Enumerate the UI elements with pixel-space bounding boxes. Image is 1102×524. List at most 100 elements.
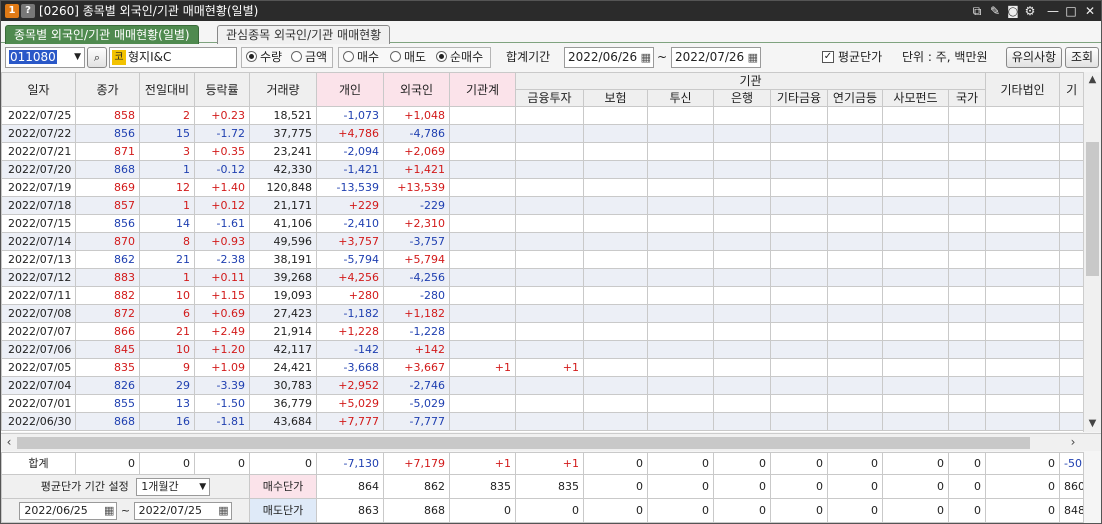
calendar-icon[interactable]: ▦ — [641, 48, 651, 67]
col-header-other-corp[interactable]: 기타법인 — [985, 72, 1061, 107]
table-cell: 30,783 — [249, 376, 317, 395]
col-header-close[interactable]: 종가 — [75, 72, 140, 107]
table-row[interactable]: 2022/07/11 882 10 +1.15 19,093 +280 -280 — [1, 286, 1083, 305]
table-row[interactable]: 2022/07/21 871 3 +0.35 23,241 -2,094 +2,069 — [1, 142, 1083, 161]
table-row[interactable]: 2022/07/06 845 10 +1.20 42,117 -142 +142 — [1, 340, 1083, 359]
tab-stock-daily[interactable]: 종목별 외국인/기관 매매현황(일별) — [5, 25, 199, 44]
avg-date-separator: ~ — [120, 503, 131, 517]
stock-code-input[interactable]: 011080 ▼ — [5, 47, 85, 68]
table-cell — [985, 358, 1061, 377]
table-cell — [882, 358, 949, 377]
table-row[interactable]: 2022/07/07 866 21 +2.49 21,914 +1,228 -1,228 — [1, 322, 1083, 341]
data-grid[interactable]: 일자 종가 전일대비 등락률 거래량 개인 외국인 기관계 기관 기타법인 기 … — [1, 72, 1083, 432]
notice-button[interactable]: 유의사항 — [1006, 47, 1062, 68]
tab-watchlist[interactable]: 관심종목 외국인/기관 매매현황 — [217, 25, 391, 44]
scroll-up-icon[interactable]: ▲ — [1084, 72, 1101, 88]
table-row[interactable]: 2022/07/08 872 6 +0.69 27,423 -1,182 +1,182 — [1, 304, 1083, 323]
date-from-input[interactable]: 2022/06/26 ▦ — [564, 47, 654, 68]
table-cell: -2.38 — [194, 250, 250, 269]
sell-price-cell: 0 — [647, 498, 714, 523]
table-cell: +1,182 — [383, 304, 450, 323]
col-header-date[interactable]: 일자 — [1, 72, 76, 107]
scroll-down-icon[interactable]: ▼ — [1084, 416, 1101, 432]
table-cell — [647, 214, 714, 233]
table-row[interactable]: 2022/07/19 869 12 +1.40 120,848 -13,539 +13,53… — [1, 178, 1083, 197]
query-button[interactable]: 조회 — [1065, 47, 1099, 68]
table-cell — [1059, 178, 1083, 197]
col-header-foreign[interactable]: 외국인 — [383, 72, 450, 107]
chevron-down-icon[interactable]: ▼ — [74, 48, 81, 67]
table-cell — [947, 412, 987, 431]
col-header-bank[interactable]: 은행 — [713, 89, 771, 107]
avg-from-input[interactable]: 2022/06/25 ▦ — [19, 501, 118, 520]
avg-price-label: 평균단가 — [838, 50, 883, 64]
col-header-other-finance[interactable]: 기타금융 — [770, 89, 828, 107]
search-icon[interactable]: ⌕ — [87, 47, 107, 68]
memo-icon[interactable]: ✎ — [987, 3, 1003, 19]
horizontal-scrollbar[interactable]: ‹ › — [1, 433, 1101, 451]
col-header-pension[interactable]: 연기금등 — [827, 89, 883, 107]
table-cell — [947, 232, 987, 251]
col-header-more[interactable]: 기 — [1059, 72, 1083, 107]
table-row[interactable]: 2022/07/13 862 21 -2.38 38,191 -5,794 +5,794 — [1, 250, 1083, 269]
table-row[interactable]: 2022/07/01 855 13 -1.50 36,779 +5,029 -5,029 — [1, 394, 1083, 413]
table-row[interactable]: 2022/07/22 856 15 -1.72 37,775 +4,786 -4,786 — [1, 124, 1083, 143]
calendar-icon[interactable]: ▦ — [218, 503, 228, 519]
chevron-down-icon[interactable]: ▼ — [199, 479, 206, 495]
table-cell: 42,117 — [249, 340, 317, 359]
table-row[interactable]: 2022/06/30 868 16 -1.81 43,684 +7,777 -7,777 — [1, 412, 1083, 431]
radio-quantity[interactable] — [246, 51, 257, 62]
table-row[interactable]: 2022/07/05 835 9 +1.09 24,421 -3,668 +3,667 +1 +… — [1, 358, 1083, 377]
vertical-scroll-thumb[interactable] — [1086, 142, 1099, 276]
settings-icon[interactable]: ⚙ — [1022, 3, 1038, 19]
radio-buy[interactable] — [343, 51, 354, 62]
table-row[interactable]: 2022/07/12 883 1 +0.11 39,268 +4,256 -4,256 — [1, 268, 1083, 287]
table-row[interactable]: 2022/07/14 870 8 +0.93 49,596 +3,757 -3,757 — [1, 232, 1083, 251]
minimize-icon[interactable]: — — [1045, 3, 1061, 19]
col-header-rate[interactable]: 등락률 — [194, 72, 250, 107]
horizontal-scroll-thumb[interactable] — [17, 437, 1030, 449]
table-row[interactable]: 2022/07/04 826 29 -3.39 30,783 +2,952 -2,746 — [1, 376, 1083, 395]
maximize-icon[interactable]: □ — [1063, 3, 1079, 19]
buy-price-cell: 860 — [1059, 474, 1084, 499]
close-icon[interactable]: ✕ — [1082, 3, 1098, 19]
col-header-volume[interactable]: 거래량 — [249, 72, 317, 107]
radio-net-buy[interactable] — [436, 51, 447, 62]
table-cell: 835 — [75, 358, 140, 377]
col-header-change[interactable]: 전일대비 — [139, 72, 195, 107]
table-cell — [647, 268, 714, 287]
table-row[interactable]: 2022/07/20 868 1 -0.12 42,330 -1,421 +1,421 — [1, 160, 1083, 179]
scroll-right-icon[interactable]: › — [1065, 434, 1081, 451]
avg-price-checkbox[interactable]: ✓ — [822, 51, 834, 63]
col-header-trust[interactable]: 투신 — [647, 89, 714, 107]
col-header-private-fund[interactable]: 사모펀드 — [882, 89, 949, 107]
col-header-institution-total[interactable]: 기관계 — [449, 72, 516, 107]
table-cell — [713, 412, 771, 431]
radio-amount[interactable] — [291, 51, 302, 62]
calendar-icon[interactable]: ▦ — [748, 48, 758, 67]
vertical-scrollbar[interactable]: ▲ ▼ — [1083, 72, 1101, 432]
avg-to-input[interactable]: 2022/07/25 ▦ — [133, 501, 232, 520]
avg-period-select[interactable]: 1개월간 ▼ — [136, 477, 211, 496]
camera-icon[interactable]: ◙ — [1005, 3, 1021, 19]
col-header-individual[interactable]: 개인 — [316, 72, 384, 107]
table-cell — [647, 232, 714, 251]
table-cell — [882, 286, 949, 305]
radio-sell[interactable] — [390, 51, 401, 62]
link-icon[interactable]: ⧉ — [969, 3, 985, 19]
help-badge[interactable]: ? — [21, 4, 35, 18]
table-row[interactable]: 2022/07/15 856 14 -1.61 41,106 -2,410 +2,310 — [1, 214, 1083, 233]
col-header-financial-invest[interactable]: 금융투자 — [515, 89, 584, 107]
table-cell: -2,094 — [316, 142, 384, 161]
screen-number-badge[interactable]: 1 — [5, 4, 19, 18]
date-to-input[interactable]: 2022/07/26 ▦ — [671, 47, 761, 68]
table-cell: -5,029 — [383, 394, 450, 413]
table-row[interactable]: 2022/07/18 857 1 +0.12 21,171 +229 -229 — [1, 196, 1083, 215]
calendar-icon[interactable]: ▦ — [104, 503, 114, 519]
table-cell — [713, 340, 771, 359]
col-header-insurance[interactable]: 보험 — [583, 89, 648, 107]
scroll-left-icon[interactable]: ‹ — [1, 434, 17, 451]
table-row[interactable]: 2022/07/25 858 2 +0.23 18,521 -1,073 +1,048 — [1, 106, 1083, 125]
col-header-government[interactable]: 국가 — [947, 89, 987, 107]
table-cell — [647, 196, 714, 215]
